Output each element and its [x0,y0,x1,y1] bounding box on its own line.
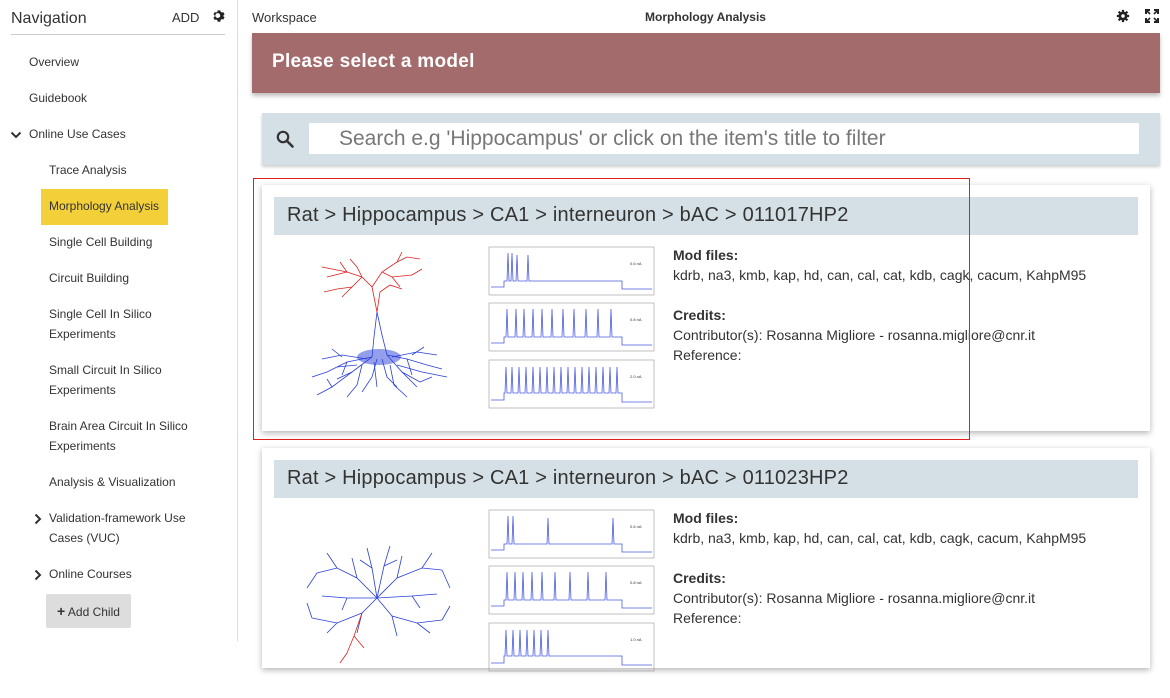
trace-label: 2.0 nA [630,374,642,379]
model-info: Mod files: kdrb, na3, kmb, kap, hd, can,… [673,245,1133,365]
neuron-morphology-image [306,545,451,664]
add-child-label: Add Child [67,605,120,619]
contributor-text: Contributor(s): Rosanna Migliore - rosan… [673,590,1036,606]
add-button[interactable]: ADD [172,10,199,25]
search-bar [262,113,1160,165]
sidebar-item-single-cell-in-silico[interactable]: Single Cell In Silico Experiments [49,304,179,344]
mod-files-label: Mod files: [673,247,739,263]
plus-icon: + [57,603,66,619]
navigation-divider [11,34,225,35]
reference-text: Reference: [673,347,742,363]
chevron-right-icon[interactable] [32,513,44,525]
select-model-banner: Please select a model [252,33,1160,93]
sidebar-item-analysis-visualization[interactable]: Analysis & Visualization [49,472,219,492]
credits-label: Credits: [673,570,726,586]
sidebar-item-overview[interactable]: Overview [29,52,79,72]
sidebar-item-morphology-analysis[interactable]: Morphology Analysis [49,196,219,216]
trace-label: 0.6 nA [630,261,642,266]
gear-icon[interactable] [1116,9,1130,23]
contributor-text: Contributor(s): Rosanna Migliore - rosan… [673,327,1036,343]
page-title-text: Morphology Analysis [645,10,766,24]
search-input[interactable] [309,123,1139,154]
search-icon [276,130,294,148]
mod-files-label: Mod files: [673,510,739,526]
expand-icon[interactable] [1145,9,1159,23]
voltage-trace-plots: 0.6 nA 0.8 nA 1.0 nA [488,509,655,672]
mod-files-list: kdrb, na3, kmb, kap, hd, can, cal, cat, … [673,267,1087,283]
model-card[interactable]: Rat > Hippocampus > CA1 > interneuron > … [262,448,1150,672]
neuron-morphology-image [311,251,448,398]
sidebar-item-validation-framework[interactable]: Validation-framework Use Cases (VUC) [49,508,199,548]
navigation-title: Navigation [11,10,87,27]
page-title: Morphology Analysis [239,10,1170,24]
model-card-title[interactable]: Rat > Hippocampus > CA1 > interneuron > … [274,460,1138,498]
sidebar-item-online-use-cases[interactable]: Online Use Cases [29,124,126,144]
sidebar-item-brain-area-circuit[interactable]: Brain Area Circuit In Silico Experiments [49,416,209,456]
voltage-trace-plots: 0.6 nA 0.8 nA 2.0 nA [488,246,655,409]
trace-label: 0.6 nA [630,524,642,529]
credits-label: Credits: [673,307,726,323]
mod-files-list: kdrb, na3, kmb, kap, hd, can, cal, cat, … [673,530,1087,546]
gear-icon[interactable] [212,9,226,23]
reference-text: Reference: [673,610,742,626]
sidebar-item-circuit-building[interactable]: Circuit Building [49,268,219,288]
workspace-panel: Workspace Morphology Analysis Please sel… [239,0,1170,672]
chevron-right-icon[interactable] [32,569,44,581]
model-card[interactable]: Rat > Hippocampus > CA1 > interneuron > … [262,185,1150,431]
trace-label: 0.8 nA [630,317,642,322]
sidebar-item-single-cell-building[interactable]: Single Cell Building [49,232,219,252]
sidebar-item-guidebook[interactable]: Guidebook [29,88,87,108]
trace-label: 1.0 nA [630,637,642,642]
add-child-button[interactable]: + Add Child [46,594,131,628]
sidebar-item-online-courses[interactable]: Online Courses [49,564,219,584]
sidebar-item-small-circuit-in-silico[interactable]: Small Circuit In Silico Experiments [49,360,179,400]
navigation-sidebar: Navigation ADD Overview Guidebook Online… [0,0,238,641]
trace-label: 0.8 nA [630,580,642,585]
model-card-title[interactable]: Rat > Hippocampus > CA1 > interneuron > … [274,197,1138,235]
model-info: Mod files: kdrb, na3, kmb, kap, hd, can,… [673,508,1133,628]
chevron-down-icon[interactable] [10,129,22,141]
sidebar-item-trace-analysis[interactable]: Trace Analysis [49,160,219,180]
